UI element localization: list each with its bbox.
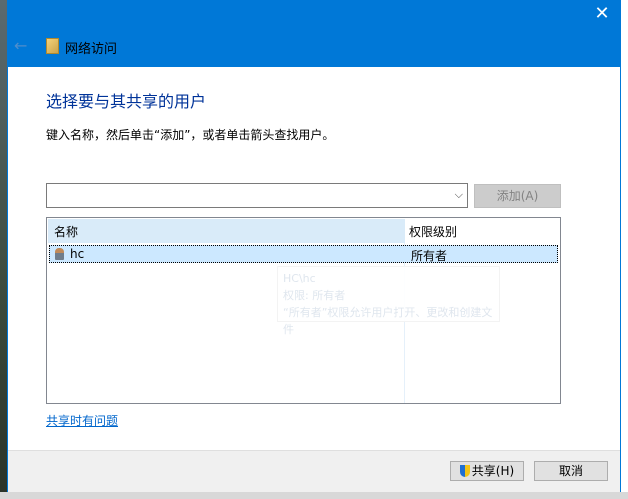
back-arrow-icon[interactable]: ← (14, 36, 27, 55)
chevron-down-icon[interactable]: ⌵ (455, 188, 463, 202)
network-access-dialog: ✕ ← 网络访问 选择要与其共享的用户 键入名称，然后单击“添加”，或者单击箭头… (7, 0, 621, 492)
permission-level[interactable]: 所有者 (411, 247, 447, 264)
tooltip-permission: 权限: 所有者 (283, 289, 346, 302)
close-icon[interactable]: ✕ (592, 4, 612, 24)
user-icon (55, 248, 64, 260)
list-item[interactable]: hc 所有者 (49, 245, 558, 263)
background-window (0, 492, 628, 499)
window-title: 网络访问 (65, 42, 118, 57)
background-window (620, 0, 628, 499)
uac-shield-icon (459, 465, 470, 477)
sharing-help-link[interactable]: 共享时有问题 (46, 412, 118, 429)
network-users-icon (46, 38, 59, 54)
tooltip-description: “所有者”权限允许用户打开、更改和创建文件 (283, 306, 493, 336)
title-bar: ✕ ← 网络访问 (8, 0, 620, 67)
instruction-text: 键入名称，然后单击“添加”，或者单击箭头查找用户。 (46, 128, 335, 142)
user-list[interactable]: 名称 权限级别 hc 所有者 HC\hc 权限: 所有者 “所有者”权限允许用户… (46, 217, 561, 404)
share-button[interactable]: 共享(H) (450, 461, 524, 481)
cancel-button[interactable]: 取消 (534, 461, 608, 481)
tooltip: HC\hc 权限: 所有者 “所有者”权限允许用户打开、更改和创建文件 (277, 266, 500, 336)
user-name: hc (70, 247, 85, 261)
tooltip-user: HC\hc (283, 272, 316, 285)
page-heading: 选择要与其共享的用户 (46, 92, 207, 111)
share-button-label: 共享(H) (471, 464, 515, 478)
column-header-permission[interactable]: 权限级别 (405, 219, 555, 243)
column-header-name[interactable]: 名称 (48, 219, 405, 243)
add-button[interactable]: 添加(A) (474, 184, 561, 208)
user-name-combobox[interactable]: ⌵ (46, 183, 468, 208)
dialog-footer: 共享(H) 取消 (8, 450, 620, 492)
